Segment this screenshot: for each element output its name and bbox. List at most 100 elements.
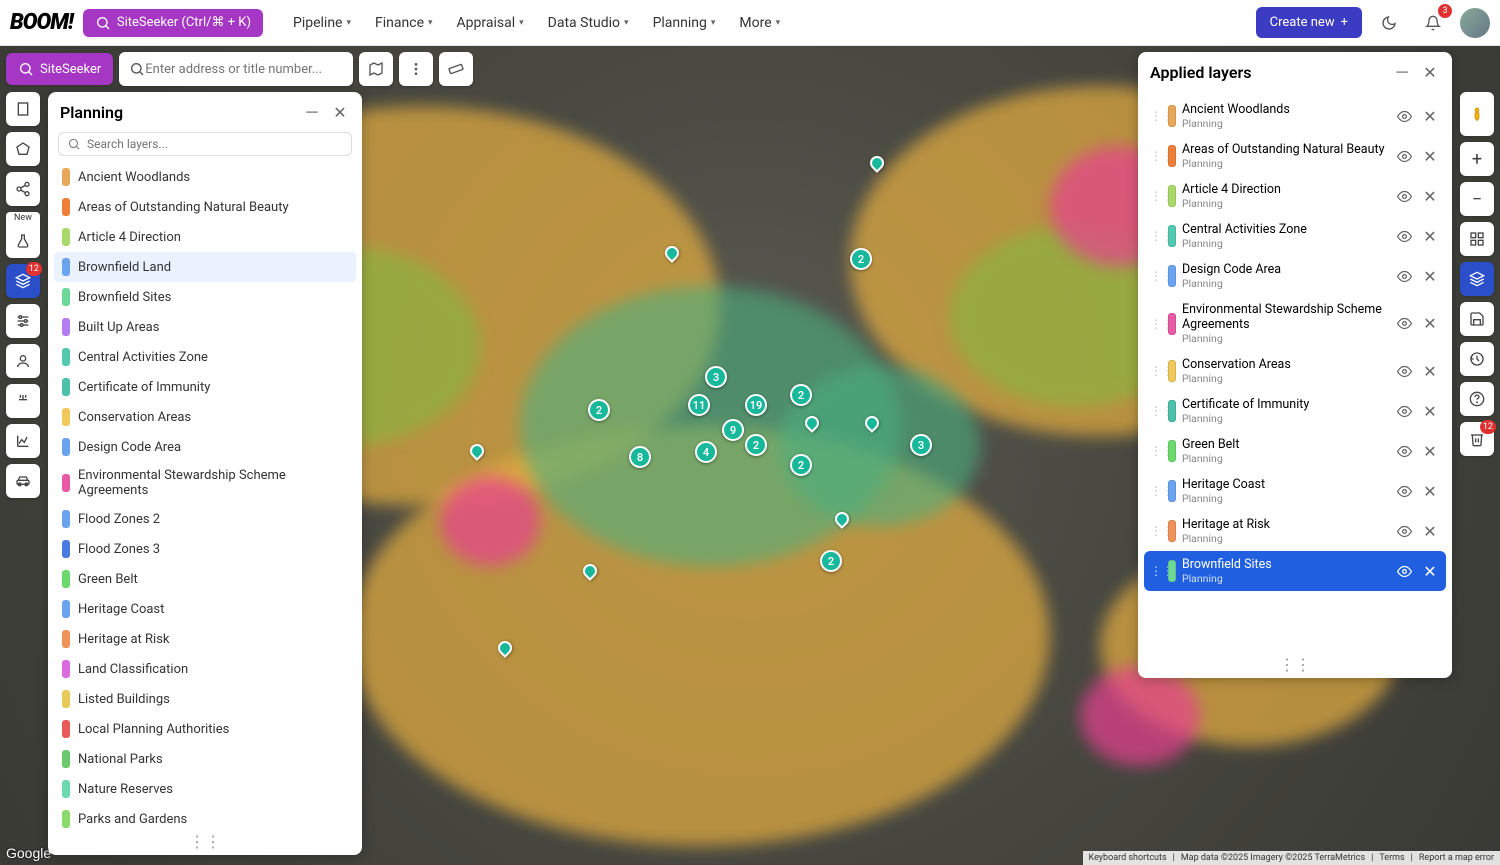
visibility-toggle[interactable] [1394,481,1414,501]
layer-search-input[interactable] [87,137,343,151]
remove-layer-button[interactable]: ✕ [1420,481,1440,501]
zoom-in-button[interactable]: + [1460,142,1494,176]
visibility-toggle[interactable] [1394,266,1414,286]
address-search-input[interactable] [145,62,343,77]
nav-finance[interactable]: Finance▾ [365,9,443,37]
map-marker[interactable]: 2 [790,384,812,406]
visibility-toggle[interactable] [1394,361,1414,381]
applied-layer-item[interactable]: ⋮⋮ Green Belt Planning ✕ [1144,431,1446,471]
map-marker[interactable]: 3 [910,434,932,456]
remove-layer-button[interactable]: ✕ [1420,361,1440,381]
measure-button[interactable] [439,52,473,86]
trash-tool[interactable]: 12 [1460,422,1494,456]
visibility-toggle[interactable] [1394,186,1414,206]
layers-tool[interactable]: 12 [6,264,40,298]
visibility-toggle[interactable] [1394,106,1414,126]
notifications-button[interactable]: 3 [1416,6,1450,40]
remove-layer-button[interactable]: ✕ [1420,401,1440,421]
layer-item[interactable]: Heritage Coast [54,594,356,624]
drag-grip-icon[interactable]: ⋮⋮ [1150,317,1162,331]
applied-layer-item[interactable]: ⋮⋮ Ancient Woodlands Planning ✕ [1144,96,1446,136]
map-marker[interactable]: 19 [745,394,767,416]
layer-item[interactable]: Certificate of Immunity [54,372,356,402]
panel-resize-handle[interactable]: ⋮⋮ [1138,651,1452,678]
address-search-wrapper[interactable] [119,52,353,86]
remove-layer-button[interactable]: ✕ [1420,561,1440,581]
terms-link[interactable]: Terms [1379,853,1404,863]
map-marker[interactable]: 3 [705,366,727,388]
layer-item[interactable]: Conservation Areas [54,402,356,432]
map-marker[interactable]: 2 [588,399,610,421]
layer-item[interactable]: Flood Zones 2 [54,504,356,534]
map-marker[interactable]: 2 [820,550,842,572]
layer-item[interactable]: Environmental Stewardship Scheme Agreeme… [54,462,356,504]
drag-grip-icon[interactable]: ⋮⋮ [1150,149,1162,163]
layer-item[interactable]: National Parks [54,744,356,774]
drag-grip-icon[interactable]: ⋮⋮ [1150,229,1162,243]
applied-layers-list[interactable]: ⋮⋮ Ancient Woodlands Planning ✕⋮⋮ Areas … [1138,92,1452,651]
map-marker[interactable]: 11 [688,394,710,416]
layer-item[interactable]: Local Planning Authorities [54,714,356,744]
applied-layer-item[interactable]: ⋮⋮ Article 4 Direction Planning ✕ [1144,176,1446,216]
visibility-toggle[interactable] [1394,521,1414,541]
people-tool[interactable] [6,344,40,378]
remove-layer-button[interactable]: ✕ [1420,521,1440,541]
drag-grip-icon[interactable]: ⋮⋮ [1150,364,1162,378]
visibility-toggle[interactable] [1394,146,1414,166]
drag-grip-icon[interactable]: ⋮⋮ [1150,404,1162,418]
layer-search-wrapper[interactable] [58,132,352,156]
applied-layer-item[interactable]: ⋮⋮ Design Code Area Planning ✕ [1144,256,1446,296]
visibility-toggle[interactable] [1394,314,1414,334]
applied-layer-item[interactable]: ⋮⋮ Areas of Outstanding Natural Beauty P… [1144,136,1446,176]
nav-more[interactable]: More▾ [729,9,790,37]
drag-grip-icon[interactable]: ⋮⋮ [1150,269,1162,283]
map-marker[interactable]: 4 [695,441,717,463]
applied-layer-item[interactable]: ⋮⋮ Central Activities Zone Planning ✕ [1144,216,1446,256]
nav-data-studio[interactable]: Data Studio▾ [538,9,639,37]
nav-appraisal[interactable]: Appraisal▾ [447,9,534,37]
layer-item[interactable]: Built Up Areas [54,312,356,342]
create-new-button[interactable]: Create new + [1256,7,1362,38]
report-error-link[interactable]: Report a map error [1419,853,1494,863]
more-options-button[interactable] [399,52,433,86]
applied-layer-item[interactable]: ⋮⋮ Environmental Stewardship Scheme Agre… [1144,296,1446,351]
remove-layer-button[interactable]: ✕ [1420,146,1440,166]
map-marker[interactable]: 9 [722,419,744,441]
layer-item[interactable]: Brownfield Sites [54,282,356,312]
map-marker[interactable]: 8 [629,446,651,468]
applied-layers-toggle[interactable] [1460,262,1494,296]
help-tool[interactable] [1460,382,1494,416]
layer-item[interactable]: Central Activities Zone [54,342,356,372]
lab-tool[interactable] [6,224,40,258]
map-marker[interactable]: 2 [745,434,767,456]
history-tool[interactable] [1460,342,1494,376]
basemap-button[interactable] [359,52,393,86]
close-button[interactable]: ✕ [330,102,350,122]
siteseeker-shortcut-button[interactable]: SiteSeeker (Ctrl/⌘ + K) [83,9,263,37]
remove-layer-button[interactable]: ✕ [1420,314,1440,334]
drag-grip-icon[interactable]: ⋮⋮ [1150,524,1162,538]
visibility-toggle[interactable] [1394,401,1414,421]
settings-tool[interactable] [6,304,40,338]
minimize-button[interactable]: ─ [1392,62,1412,82]
visibility-toggle[interactable] [1394,441,1414,461]
user-avatar[interactable] [1460,8,1490,38]
minimize-button[interactable]: ─ [302,102,322,122]
remove-layer-button[interactable]: ✕ [1420,226,1440,246]
map-marker[interactable]: 2 [850,248,872,270]
applied-layer-item[interactable]: ⋮⋮ Brownfield Sites Planning ✕ [1144,551,1446,591]
visibility-toggle[interactable] [1394,561,1414,581]
applied-layer-item[interactable]: ⋮⋮ Certificate of Immunity Planning ✕ [1144,391,1446,431]
layer-item[interactable]: Nature Reserves [54,774,356,804]
applied-layer-item[interactable]: ⋮⋮ Heritage Coast Planning ✕ [1144,471,1446,511]
share-tool[interactable] [6,172,40,206]
layer-item[interactable]: Parks and Gardens [54,804,356,828]
remove-layer-button[interactable]: ✕ [1420,186,1440,206]
layer-item[interactable]: Brownfield Land [54,252,356,282]
drag-grip-icon[interactable]: ⋮⋮ [1150,109,1162,123]
layer-item[interactable]: Listed Buildings [54,684,356,714]
zoom-out-button[interactable]: − [1460,182,1494,216]
drag-grip-icon[interactable]: ⋮⋮ [1150,564,1162,578]
remove-layer-button[interactable]: ✕ [1420,441,1440,461]
theme-toggle-button[interactable] [1372,6,1406,40]
